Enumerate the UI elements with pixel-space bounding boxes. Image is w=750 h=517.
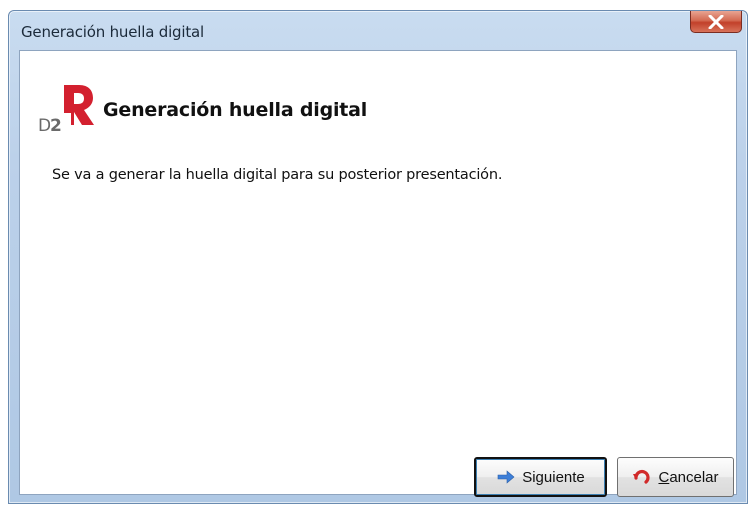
next-button-label: Siguiente: [522, 468, 585, 486]
dialog-window: Generación huella digital D 2 Generación…: [8, 10, 748, 504]
arrow-right-icon: [497, 470, 515, 484]
svg-text:2: 2: [50, 116, 62, 133]
title-bar[interactable]: Generación huella digital: [9, 11, 747, 49]
cancel-button-label: Cancelar: [658, 470, 718, 485]
next-button[interactable]: Siguiente: [474, 457, 607, 497]
cancel-accelerator: C: [658, 468, 670, 486]
info-message: Se va a generar la huella digital para s…: [52, 167, 503, 183]
cancel-icon: [633, 469, 650, 484]
header-title: Generación huella digital: [103, 99, 368, 121]
cancel-button[interactable]: Cancelar: [617, 457, 734, 497]
cancel-label-rest: ancelar: [669, 468, 719, 486]
close-icon: [708, 15, 724, 29]
d2-logo-icon: D 2: [38, 81, 94, 136]
window-title: Generación huella digital: [21, 23, 204, 41]
dialog-content: D 2 Generación huella digital Se va a ge…: [19, 50, 737, 497]
close-button[interactable]: [690, 11, 742, 33]
